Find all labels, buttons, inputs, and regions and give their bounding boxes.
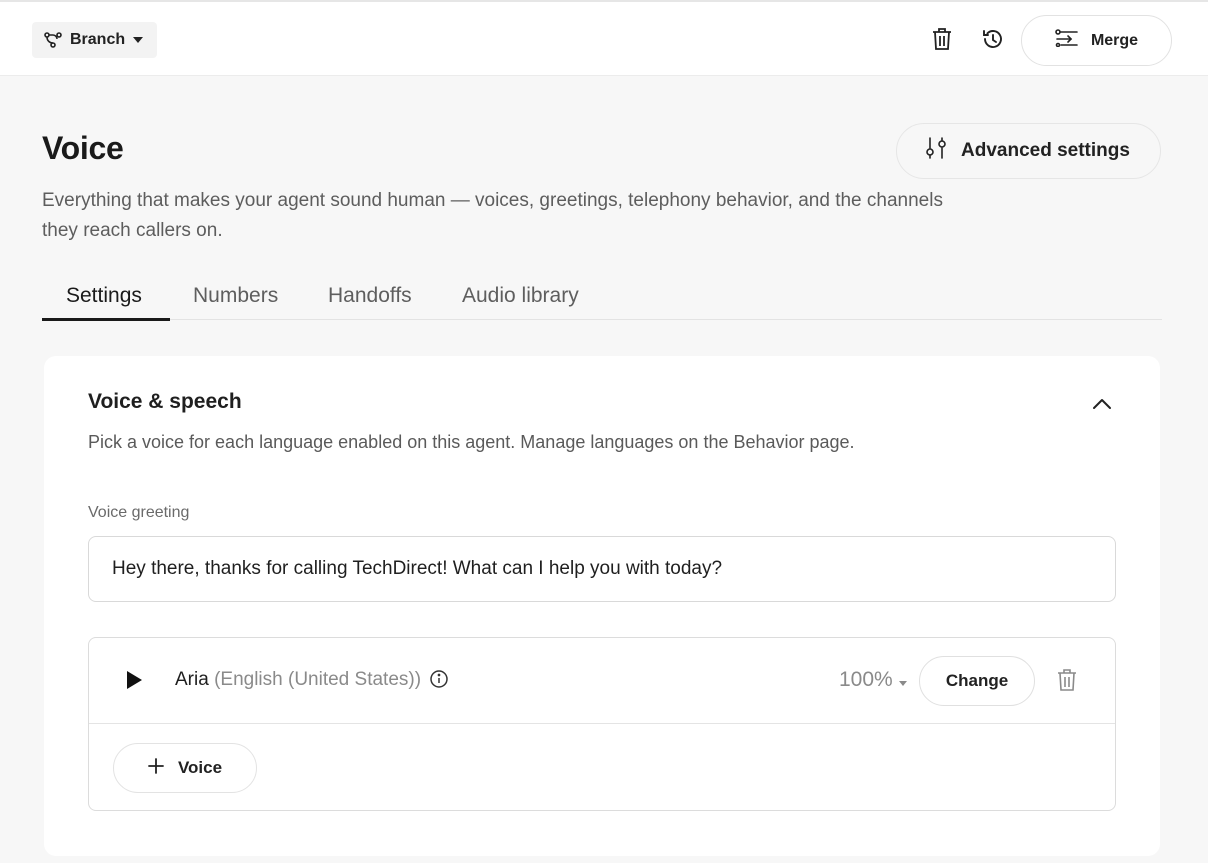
voice-name: Aria (English (United States)) (175, 669, 421, 691)
change-voice-button[interactable]: Change (919, 656, 1035, 706)
section-title: Voice & speech (88, 390, 242, 413)
plus-icon (148, 757, 164, 779)
tab-numbers[interactable]: Numbers (193, 278, 278, 320)
section-description: Pick a voice for each language enabled o… (88, 432, 855, 452)
sliders-icon (925, 136, 947, 166)
caret-down-icon (133, 37, 144, 43)
merge-button[interactable]: Merge (1021, 15, 1172, 66)
speed-value: 100% (839, 668, 893, 691)
trash-icon[interactable] (1057, 668, 1081, 694)
branch-label: Branch (70, 31, 126, 48)
tab-settings[interactable]: Settings (42, 278, 170, 321)
voice-name-text: Aria (175, 669, 209, 690)
voice-speech-card: Voice & speech Pick a voice for each lan… (44, 356, 1160, 856)
voice-greeting-input[interactable] (88, 536, 1116, 602)
voices-list: Aria (English (United States)) 100% Chan… (88, 637, 1116, 811)
voice-row: Aria (English (United States)) 100% Chan… (89, 638, 1115, 724)
page-description: Everything that makes your agent sound h… (42, 190, 943, 241)
page-title: Voice (42, 130, 124, 166)
advanced-settings-button[interactable]: Advanced settings (896, 123, 1161, 179)
voice-greeting-label: Voice greeting (88, 504, 190, 521)
branch-dropdown-button[interactable]: Branch (32, 22, 158, 58)
tab-bar: Settings Numbers Handoffs Audio library (42, 278, 1162, 321)
merge-label: Merge (1090, 31, 1139, 49)
speed-select[interactable]: 100% (839, 668, 907, 692)
tab-handoffs[interactable]: Handoffs (328, 278, 412, 320)
top-bar: Branch Merge (0, 0, 1208, 76)
delete-branch-button[interactable] (927, 26, 957, 56)
info-icon[interactable] (429, 669, 449, 689)
add-voice-label: Voice (177, 758, 223, 777)
caret-down-icon (898, 668, 907, 692)
merge-icon (1055, 29, 1079, 52)
trash-icon (932, 27, 952, 56)
tab-audio-library[interactable]: Audio library (462, 278, 579, 320)
chevron-up-icon[interactable] (1090, 392, 1114, 416)
advanced-settings-label: Advanced settings (961, 140, 1130, 161)
add-voice-button[interactable]: Voice (113, 743, 257, 793)
branch-icon (44, 32, 62, 48)
voice-language: (English (United States)) (214, 669, 422, 690)
history-icon (981, 27, 1005, 56)
play-icon[interactable] (125, 670, 145, 692)
history-button[interactable] (978, 26, 1008, 56)
